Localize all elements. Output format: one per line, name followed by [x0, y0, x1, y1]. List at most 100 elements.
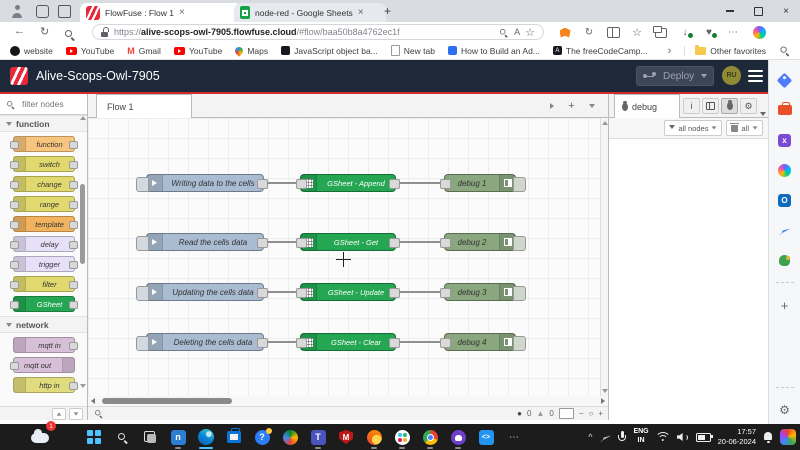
- minimize-button[interactable]: [716, 0, 744, 22]
- palette-node-delay[interactable]: delay: [13, 236, 75, 252]
- filter-nodes-button[interactable]: all nodes: [664, 120, 722, 136]
- filter-nodes-input[interactable]: [20, 98, 82, 110]
- clear-messages-button[interactable]: all: [726, 120, 763, 136]
- grow-icon[interactable]: [777, 252, 793, 268]
- palette-node-http-in[interactable]: http in: [13, 377, 75, 393]
- inject-button[interactable]: [136, 336, 149, 351]
- workspace-grid[interactable]: Writing data to the cells GSheet - Appen…: [88, 118, 608, 396]
- sidebar-search-icon[interactable]: [780, 46, 790, 56]
- palette-search[interactable]: [0, 94, 87, 115]
- bookmark-javascript[interactable]: JavaScript object ba...: [281, 46, 378, 56]
- workspaces-icon[interactable]: [36, 5, 49, 18]
- close-tab-icon[interactable]: ×: [358, 8, 364, 18]
- clock[interactable]: 17:57 20-06-2024: [718, 427, 756, 447]
- debug-toggle-button[interactable]: [513, 336, 526, 351]
- browser-essentials-icon[interactable]: ♥: [700, 25, 718, 40]
- palette-node-gsheet[interactable]: GSheet: [13, 296, 75, 312]
- profile-avatar-icon[interactable]: [10, 4, 24, 18]
- inject-node[interactable]: Writing data to the cells: [146, 174, 264, 192]
- debug-node[interactable]: debug 2: [444, 233, 516, 251]
- vertical-scrollbar[interactable]: [600, 118, 608, 396]
- palette-node-filter[interactable]: filter: [13, 276, 75, 292]
- inject-button[interactable]: [136, 286, 149, 301]
- expand-categories-button[interactable]: [69, 408, 83, 420]
- back-icon[interactable]: ←: [14, 25, 25, 37]
- node-app-icon[interactable]: n: [168, 427, 188, 447]
- other-favorites[interactable]: Other favorites: [684, 46, 766, 56]
- inject-node[interactable]: Read the cells data: [146, 233, 264, 251]
- toolbox-icon[interactable]: [777, 102, 793, 118]
- teams-icon[interactable]: T: [308, 427, 328, 447]
- bookmark-youtube-2[interactable]: YouTube: [174, 46, 222, 56]
- palette-category-network[interactable]: network: [0, 316, 87, 333]
- games-icon[interactable]: x: [777, 132, 793, 148]
- new-tab-button[interactable]: +: [384, 4, 391, 18]
- bookmark-how-to[interactable]: How to Build an Ad...: [448, 46, 540, 56]
- notifications-bell-icon[interactable]: [763, 432, 773, 442]
- debug-toggle-button[interactable]: [513, 236, 526, 251]
- inject-button[interactable]: [136, 236, 149, 251]
- start-button-icon[interactable]: [84, 427, 104, 447]
- debug-messages-panel[interactable]: [609, 139, 768, 420]
- palette-node-trigger[interactable]: trigger: [13, 256, 75, 272]
- palette-node-change[interactable]: change: [13, 176, 75, 192]
- task-view-icon[interactable]: [140, 427, 160, 447]
- bookmark-new-tab[interactable]: New tab: [391, 45, 435, 56]
- flowfuse-logo[interactable]: [10, 67, 28, 85]
- palette-node-mqtt-out[interactable]: mqtt out: [13, 357, 75, 373]
- user-avatar[interactable]: RU: [722, 66, 741, 85]
- info-tab-button[interactable]: i: [683, 98, 700, 114]
- refresh-icon[interactable]: ↻: [40, 25, 49, 38]
- deploy-button[interactable]: Deploy: [636, 66, 714, 86]
- search-icon[interactable]: [64, 29, 75, 40]
- collapse-categories-button[interactable]: [52, 408, 66, 420]
- inject-button[interactable]: [136, 177, 149, 192]
- edge-icon[interactable]: [196, 427, 216, 447]
- bookmark-maps[interactable]: Maps: [235, 46, 268, 56]
- tray-app-icon[interactable]: [599, 432, 611, 442]
- bookmark-youtube[interactable]: YouTube: [66, 46, 114, 56]
- get-help-icon[interactable]: ?: [252, 427, 272, 447]
- mcafee-icon[interactable]: M: [336, 427, 356, 447]
- speaker-icon[interactable]: [677, 432, 689, 442]
- copilot-icon[interactable]: [750, 25, 768, 40]
- favorite-star-icon[interactable]: ☆: [525, 26, 535, 39]
- zoom-reset-button[interactable]: ○: [588, 409, 593, 418]
- github-desktop-icon[interactable]: [448, 427, 468, 447]
- inject-node[interactable]: Updating the cells data: [146, 283, 264, 301]
- firefox-icon[interactable]: [364, 427, 384, 447]
- horizontal-scrollbar[interactable]: [88, 396, 608, 406]
- vscode-icon[interactable]: <>: [476, 427, 496, 447]
- inject-node[interactable]: Deleting the cells data: [146, 333, 264, 351]
- shopping-tag-icon[interactable]: [777, 72, 793, 88]
- debug-toggle-button[interactable]: [513, 177, 526, 192]
- hidden-ic ons-chevron[interactable]: ^: [588, 432, 592, 442]
- more-menu-icon[interactable]: ⋯: [724, 25, 742, 40]
- gsheet-node[interactable]: GSheet - Get: [300, 233, 396, 251]
- taskbar-overflow-icon[interactable]: ⋯: [504, 427, 524, 447]
- read-aloud-icon[interactable]: A: [514, 27, 520, 37]
- designer-icon[interactable]: [777, 162, 793, 178]
- metamask-icon[interactable]: [556, 25, 574, 40]
- split-screen-icon[interactable]: [604, 25, 622, 40]
- bookmark-freecodecamp[interactable]: AThe freeCodeCamp...: [553, 46, 648, 56]
- close-window-button[interactable]: ×: [772, 0, 800, 22]
- bookmark-website[interactable]: website: [10, 46, 53, 56]
- collections-icon[interactable]: [652, 25, 670, 40]
- zoom-out-button[interactable]: −: [579, 409, 584, 418]
- add-sidebar-app-button[interactable]: +: [777, 297, 793, 313]
- corner-app-icon[interactable]: [780, 429, 796, 445]
- restore-button[interactable]: [744, 0, 772, 22]
- main-menu-icon[interactable]: [748, 70, 763, 82]
- wifi-icon[interactable]: [656, 432, 670, 442]
- language-indicator[interactable]: ENGIN: [633, 428, 648, 446]
- scrollbar-thumb[interactable]: [80, 184, 85, 264]
- extension-icon[interactable]: ↻: [580, 25, 598, 40]
- debug-toggle-button[interactable]: [513, 286, 526, 301]
- debug-node[interactable]: debug 1: [444, 174, 516, 192]
- outlook-icon[interactable]: O: [777, 192, 793, 208]
- add-flow-button[interactable]: +: [563, 98, 580, 114]
- palette-node-switch[interactable]: switch: [13, 156, 75, 172]
- chrome-icon[interactable]: [420, 427, 440, 447]
- drop-icon[interactable]: [777, 222, 793, 238]
